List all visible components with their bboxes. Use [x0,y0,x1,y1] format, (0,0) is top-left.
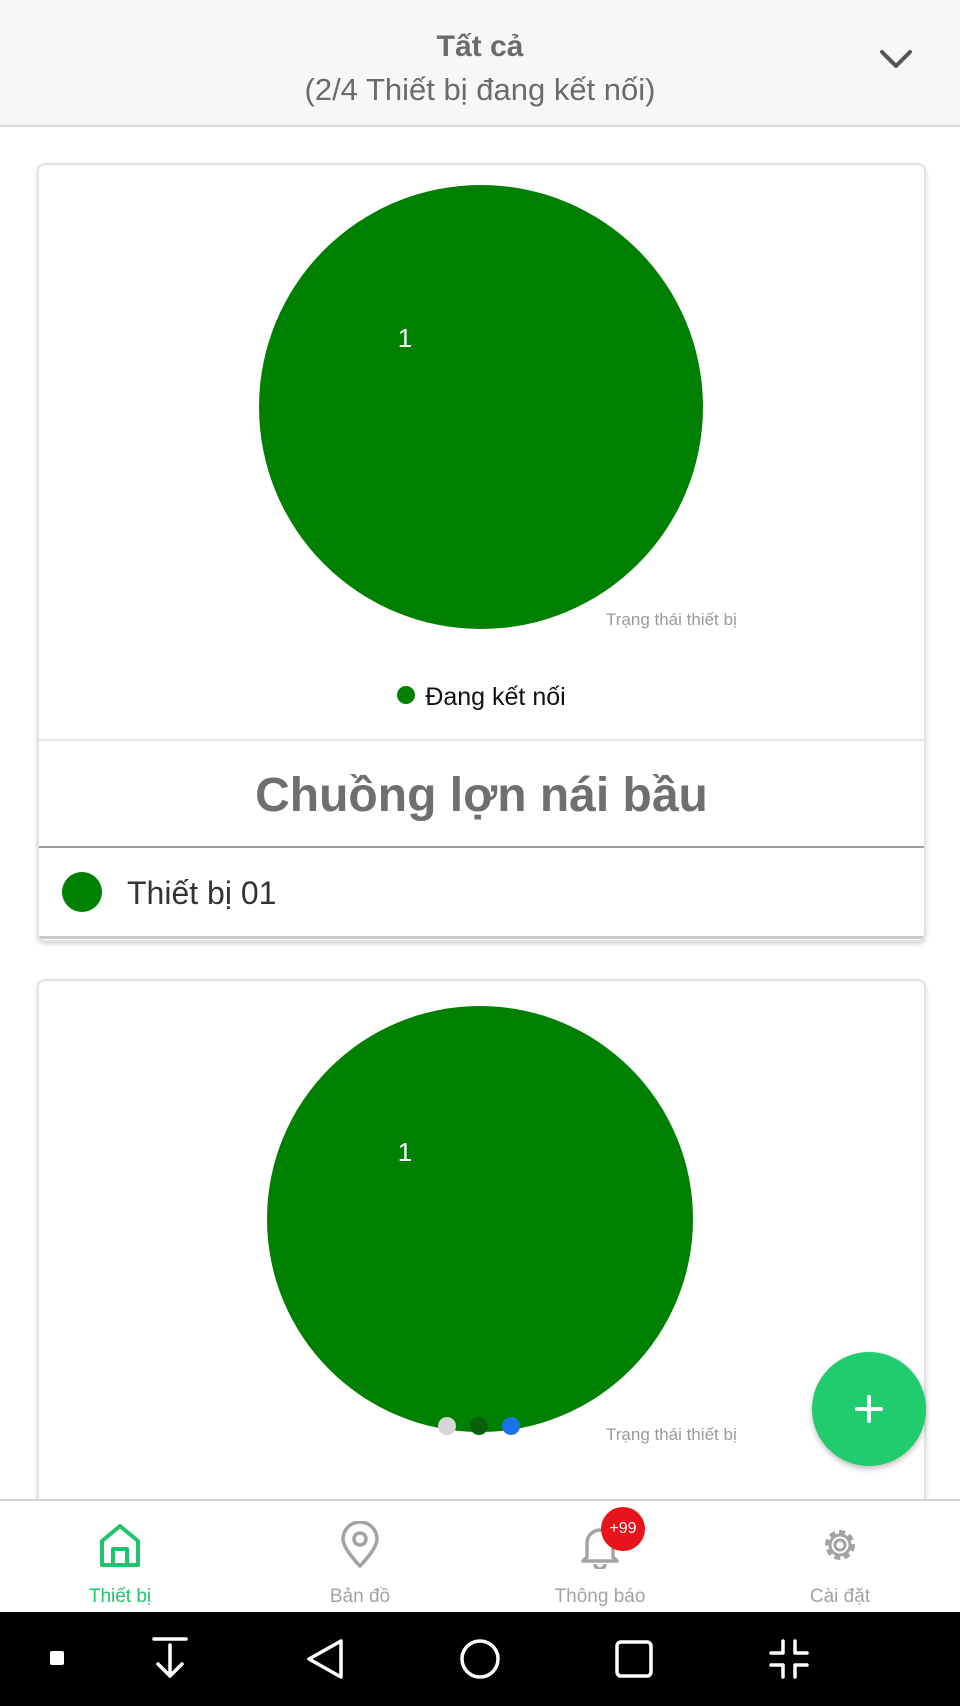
tab-notifications[interactable]: Thông báo [480,1501,720,1614]
device-row[interactable]: Thiết bị 01 [39,848,924,938]
chevron-down-icon[interactable] [876,44,916,74]
recents-icon[interactable] [614,1639,654,1679]
back-icon[interactable] [305,1638,345,1680]
home-circle-icon[interactable] [459,1638,501,1680]
tab-label: Thông báo [554,1586,646,1607]
barn-card: 1 Trạng thái thiết bị Đang kết nối Chuồn… [37,163,926,942]
device-status-dot [62,872,102,912]
tab-label: Thiết bị [88,1586,152,1607]
pie-slice-connected [259,185,703,629]
divider [39,739,924,741]
tab-label: Cài đặt [809,1586,871,1607]
tab-devices[interactable]: Thiết bị [0,1501,240,1614]
map-pin-icon [341,1521,379,1568]
download-icon[interactable] [150,1636,190,1680]
header-title: Tất cả [436,30,524,63]
barn-title: Chuồng lợn nái bầu [255,769,708,822]
chart-caption: Trạng thái thiết bị [606,610,737,629]
stop-icon[interactable] [50,1651,66,1667]
system-nav-bar [0,1612,960,1706]
add-button[interactable] [812,1352,926,1466]
pager-dot[interactable] [438,1417,456,1435]
pager-dot-active[interactable] [502,1417,520,1435]
bottom-tab-bar: Thiết bị Bản đồ Thông báo Cài đặt [0,1499,960,1614]
device-name: Thiết bị 01 [127,875,277,911]
home-icon [100,1524,140,1567]
tab-label: Bản đồ [329,1586,391,1607]
header-subtitle: (2/4 Thiết bị đang kết nối) [304,72,656,107]
status-pie-chart: 1 Trạng thái thiết bị [267,1006,737,1444]
tab-settings[interactable]: Cài đặt [720,1501,960,1614]
collapse-icon[interactable] [768,1638,810,1680]
status-pie-chart: 1 Trạng thái thiết bị [259,185,737,629]
chart-legend: Đang kết nối [39,683,924,712]
chart-caption: Trạng thái thiết bị [606,1425,737,1444]
barn-card: 1 Trạng thái thiết bị [37,979,926,1523]
card-bottom-divider [39,936,924,939]
header-bar[interactable]: Tất cả (2/4 Thiết bị đang kết nối) [0,0,960,127]
tab-map[interactable]: Bản đồ [240,1501,480,1614]
notification-badge: +99 [601,1507,645,1551]
pie-value-label: 1 [398,323,412,353]
pie-value-label: 1 [398,1137,412,1167]
pager-dot[interactable] [470,1417,488,1435]
gear-icon [825,1530,855,1560]
legend-swatch [397,686,416,705]
legend-label: Đang kết nối [425,683,566,711]
pie-slice-connected [267,1006,693,1432]
